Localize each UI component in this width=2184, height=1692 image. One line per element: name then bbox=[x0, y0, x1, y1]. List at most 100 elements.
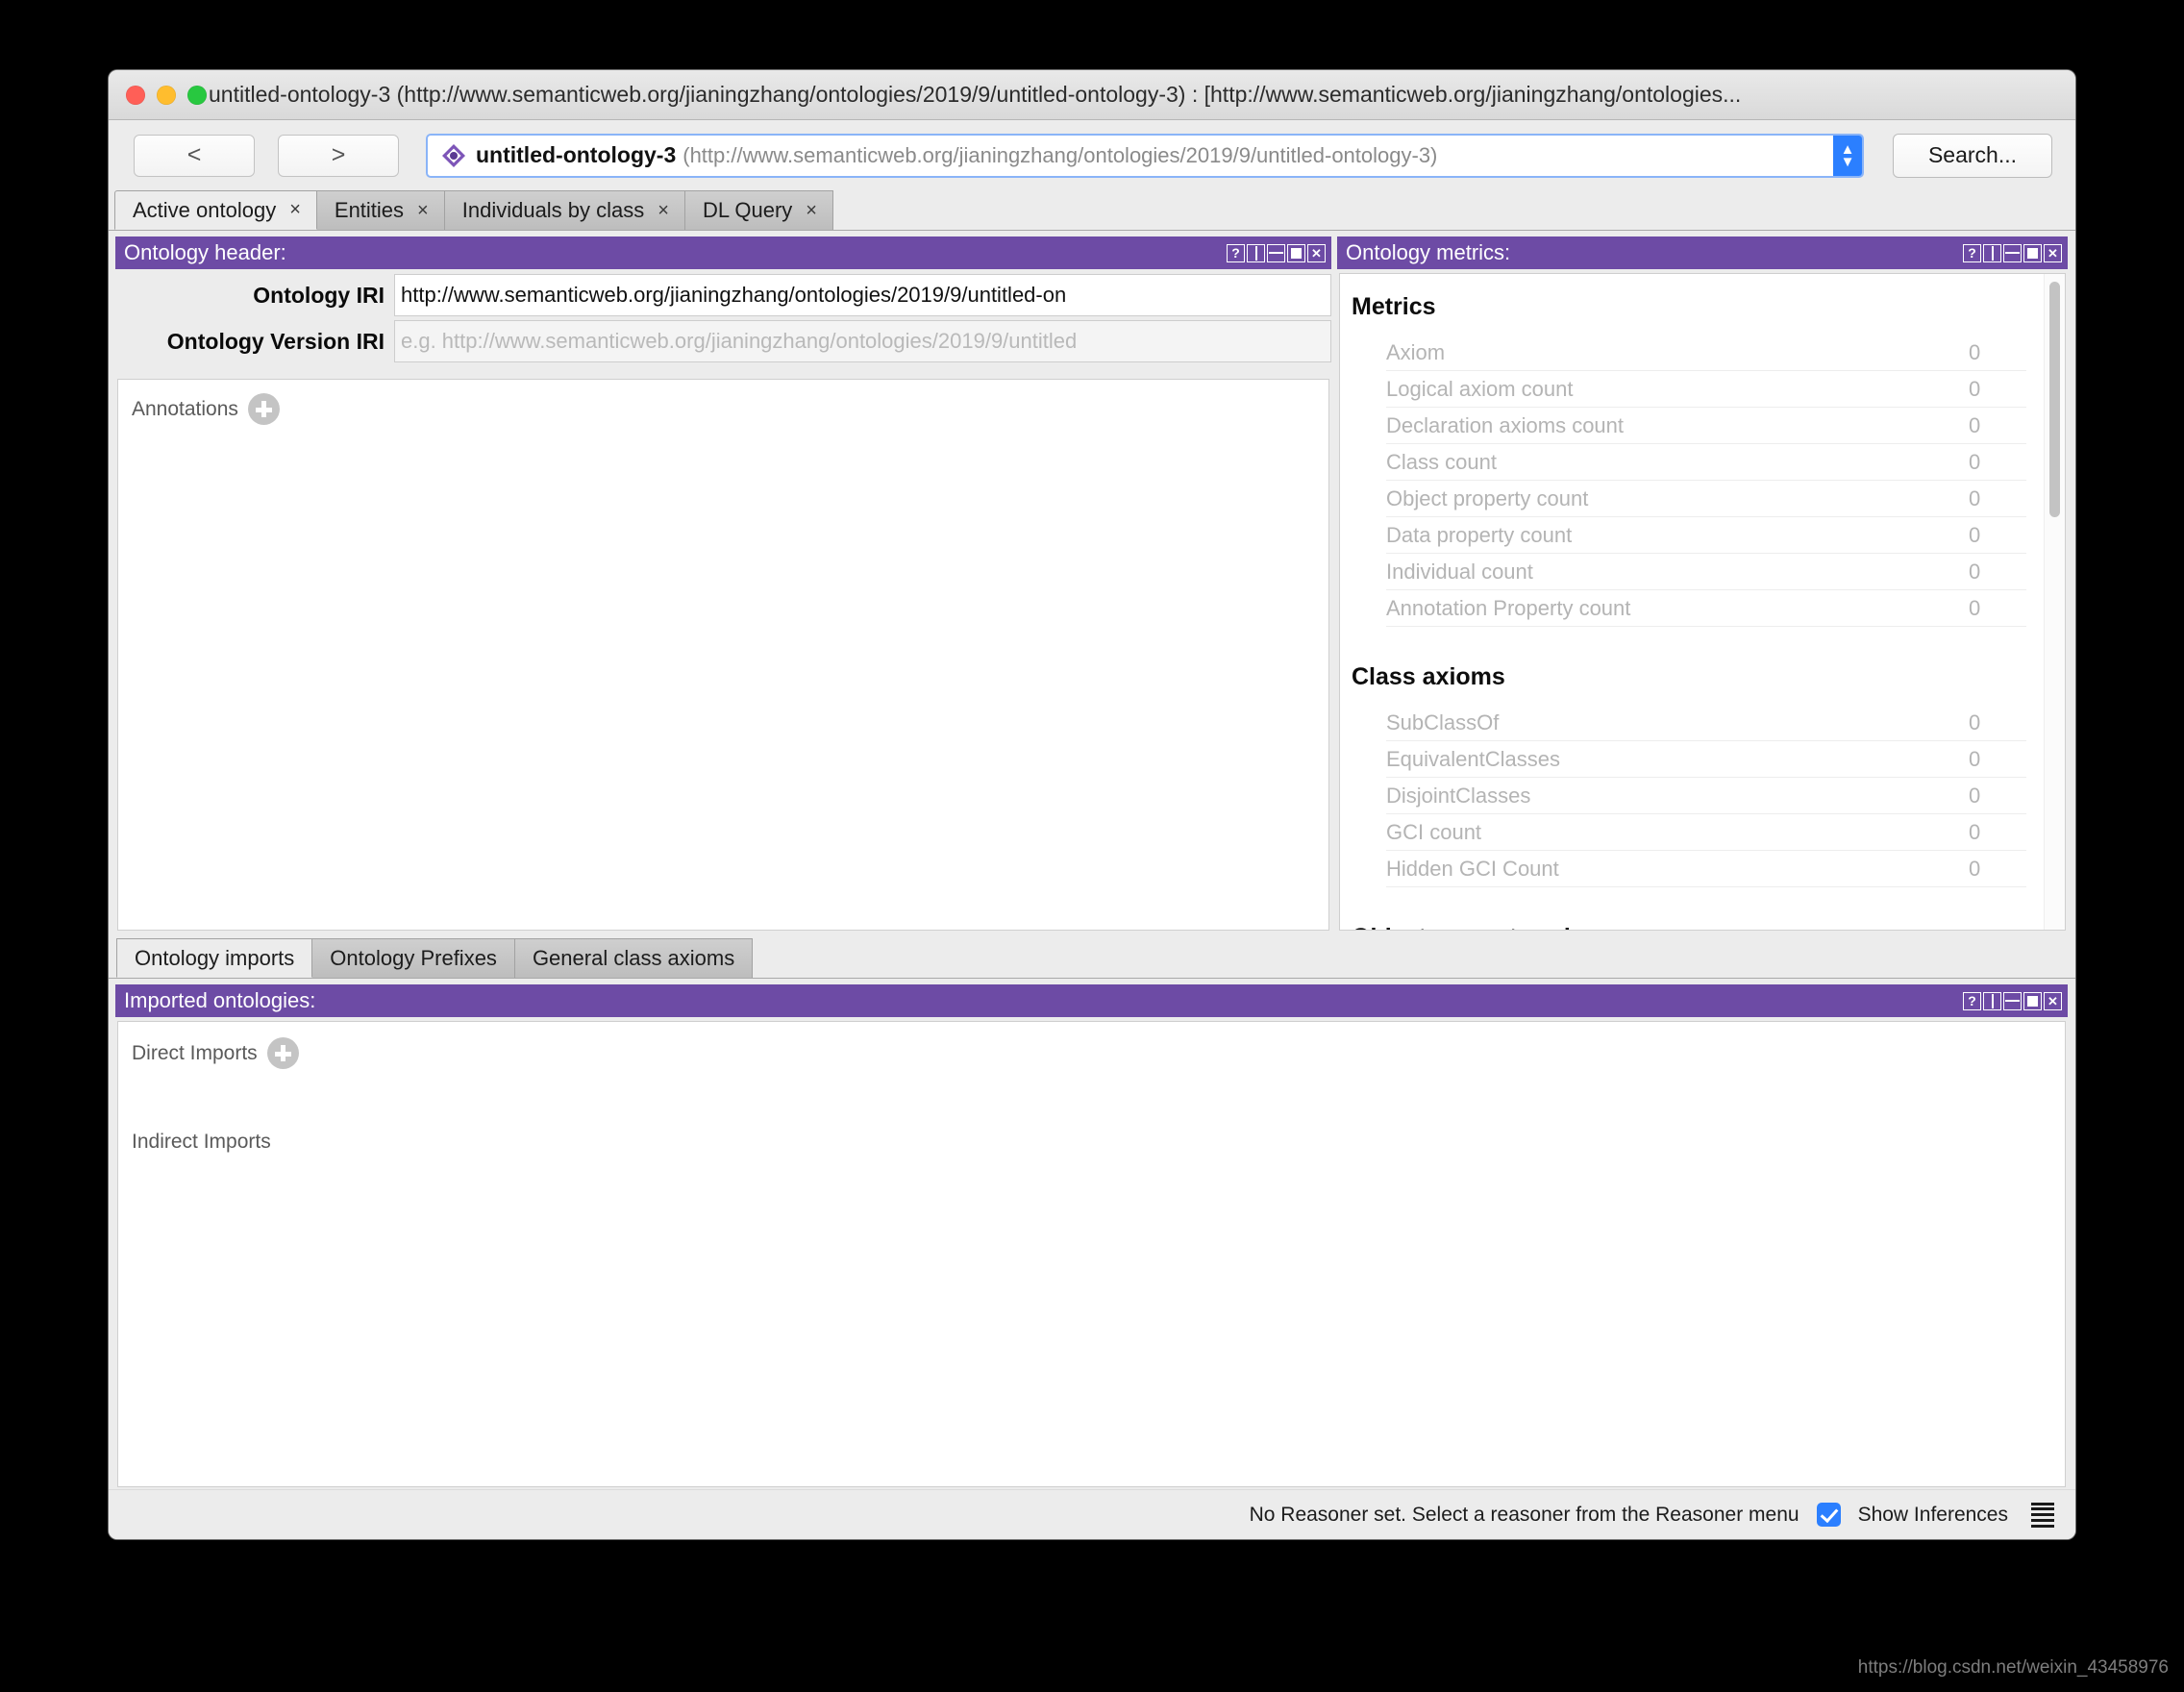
tab-entities[interactable]: Entities × bbox=[315, 190, 445, 230]
metric-row: Class count 0 bbox=[1386, 444, 2026, 481]
tab-close-icon[interactable]: × bbox=[289, 199, 301, 221]
metric-name: EquivalentClasses bbox=[1386, 746, 1560, 771]
split-vertical-icon[interactable] bbox=[1983, 991, 2001, 1010]
metric-value: 0 bbox=[1969, 783, 1981, 808]
indirect-imports-row: Indirect Imports bbox=[132, 1131, 2065, 1154]
close-icon[interactable] bbox=[2044, 991, 2062, 1010]
tab-close-icon[interactable]: × bbox=[658, 200, 669, 222]
split-horizontal-icon[interactable] bbox=[1267, 243, 1285, 262]
ontology-metrics-panel-titlebar: Ontology metrics: bbox=[1337, 236, 2068, 269]
direct-imports-row: Direct Imports bbox=[132, 1037, 2065, 1069]
zoom-window-button[interactable] bbox=[187, 85, 207, 105]
direct-imports-label: Direct Imports bbox=[132, 1041, 258, 1064]
upper-panel-row: Ontology header: Ontology IRI bbox=[109, 231, 2075, 933]
metric-row: Axiom 0 bbox=[1386, 335, 2026, 371]
show-inferences-label: Show Inferences bbox=[1857, 1503, 2008, 1526]
help-icon[interactable] bbox=[1227, 243, 1245, 262]
workspace: Ontology header: Ontology IRI bbox=[109, 231, 2075, 1539]
help-icon[interactable] bbox=[1963, 243, 1981, 262]
maximize-icon[interactable] bbox=[1287, 243, 1305, 262]
add-annotation-icon[interactable] bbox=[247, 393, 280, 425]
imported-ontologies-panel-titlebar: Imported ontologies: bbox=[115, 984, 2068, 1017]
tab-ontology-imports[interactable]: Ontology imports bbox=[116, 938, 313, 978]
close-icon[interactable] bbox=[2044, 243, 2062, 262]
tab-label: DL Query bbox=[702, 198, 793, 222]
add-direct-import-icon[interactable] bbox=[266, 1037, 299, 1069]
metrics-section-heading: Class axioms bbox=[1352, 663, 1505, 690]
lower-tabstrip: Ontology imports Ontology Prefixes Gener… bbox=[109, 938, 2075, 979]
tab-close-icon[interactable]: × bbox=[806, 200, 817, 222]
ontology-selector-combobox[interactable]: untitled-ontology-3 (http://www.semantic… bbox=[426, 133, 1864, 178]
search-button[interactable]: Search... bbox=[1893, 133, 2052, 178]
scrollbar-thumb[interactable] bbox=[2049, 282, 2060, 517]
tab-dl-query[interactable]: DL Query × bbox=[683, 190, 833, 230]
tab-ontology-prefixes[interactable]: Ontology Prefixes bbox=[311, 938, 515, 978]
metric-name: Logical axiom count bbox=[1386, 376, 1574, 401]
metric-name: Declaration axioms count bbox=[1386, 412, 1625, 437]
close-icon[interactable] bbox=[1307, 243, 1326, 262]
metric-name: SubClassOf bbox=[1386, 709, 1500, 734]
imports-list-area: Direct Imports Indirect Imports bbox=[117, 1021, 2066, 1487]
metric-name: Axiom bbox=[1386, 339, 1446, 364]
list-view-icon[interactable] bbox=[2031, 1502, 2054, 1528]
annotations-label: Annotations bbox=[132, 397, 238, 420]
back-button[interactable]: < bbox=[134, 134, 255, 177]
ontology-diamond-icon bbox=[441, 143, 466, 168]
status-bar: No Reasoner set. Select a reasoner from … bbox=[109, 1489, 2075, 1539]
metric-row: Individual count 0 bbox=[1386, 554, 2026, 590]
metric-row: GCI count 0 bbox=[1386, 814, 2026, 851]
split-vertical-icon[interactable] bbox=[1983, 243, 2001, 262]
metric-value: 0 bbox=[1969, 559, 1981, 584]
split-horizontal-icon[interactable] bbox=[2003, 243, 2022, 262]
minimize-window-button[interactable] bbox=[157, 85, 176, 105]
metrics-section-heading: Object property axioms bbox=[1352, 924, 2026, 930]
ontology-iri-label: Ontology IRI bbox=[253, 282, 385, 308]
metric-value: 0 bbox=[1969, 449, 1981, 474]
metric-row: Object property count 0 bbox=[1386, 481, 2026, 517]
ontology-metrics-body: Metrics Axiom 0 Logical axiom count 0 De… bbox=[1337, 269, 2068, 933]
ontology-metrics-panel: Ontology metrics: Metrics bbox=[1337, 236, 2068, 933]
close-window-button[interactable] bbox=[126, 85, 145, 105]
ontology-version-iri-input[interactable]: e.g. http://www.semanticweb.org/jianingz… bbox=[394, 320, 1331, 362]
panel-title: Ontology metrics: bbox=[1346, 240, 1511, 264]
tab-individuals-by-class[interactable]: Individuals by class × bbox=[443, 190, 685, 230]
ontology-uri-label: (http://www.semanticweb.org/jianingzhang… bbox=[682, 142, 1438, 167]
tab-label: Ontology imports bbox=[135, 945, 295, 970]
combobox-stepper-icon[interactable]: ▲ ▼ bbox=[1833, 135, 1862, 176]
metric-value: 0 bbox=[1969, 522, 1981, 547]
metric-name: Data property count bbox=[1386, 522, 1573, 547]
metric-value: 0 bbox=[1969, 376, 1981, 401]
metric-row: EquivalentClasses 0 bbox=[1386, 741, 2026, 778]
forward-button[interactable]: > bbox=[278, 134, 399, 177]
imported-ontologies-body: Direct Imports Indirect Imports bbox=[115, 1017, 2068, 1489]
split-horizontal-icon[interactable] bbox=[2003, 991, 2022, 1010]
window-titlebar: untitled-ontology-3 (http://www.semantic… bbox=[109, 70, 2075, 120]
screenshot-root: untitled-ontology-3 (http://www.semantic… bbox=[0, 0, 2184, 1692]
metric-value: 0 bbox=[1969, 339, 1981, 364]
panel-title: Ontology header: bbox=[124, 240, 286, 264]
maximize-icon[interactable] bbox=[2023, 991, 2042, 1010]
metrics-vertical-scrollbar[interactable] bbox=[2044, 274, 2065, 930]
tab-close-icon[interactable]: × bbox=[417, 200, 429, 222]
metric-row: Logical axiom count 0 bbox=[1386, 371, 2026, 408]
show-inferences-checkbox[interactable] bbox=[1816, 1503, 1841, 1527]
tab-active-ontology[interactable]: Active ontology × bbox=[114, 190, 317, 230]
metric-value: 0 bbox=[1969, 709, 1981, 734]
metric-name: Class count bbox=[1386, 449, 1497, 474]
ontology-header-body: Ontology IRI http://www.semanticweb.org/… bbox=[115, 269, 1331, 933]
panel-title: Imported ontologies: bbox=[124, 988, 316, 1012]
tab-label: General class axioms bbox=[532, 946, 735, 970]
metrics-list: Metrics Axiom 0 Logical axiom count 0 De… bbox=[1340, 274, 2044, 930]
split-vertical-icon[interactable] bbox=[1247, 243, 1265, 262]
metric-name: Hidden GCI Count bbox=[1386, 856, 1559, 881]
metric-row: DisjointClasses 0 bbox=[1386, 778, 2026, 814]
metric-value: 0 bbox=[1969, 856, 1981, 881]
help-icon[interactable] bbox=[1963, 991, 1981, 1010]
main-tabstrip: Active ontology × Entities × Individuals… bbox=[109, 190, 2075, 231]
tab-general-class-axioms[interactable]: General class axioms bbox=[513, 938, 754, 978]
maximize-icon[interactable] bbox=[2023, 243, 2042, 262]
metric-value: 0 bbox=[1969, 485, 1981, 510]
metric-name: Object property count bbox=[1386, 485, 1589, 510]
ontology-iri-input[interactable]: http://www.semanticweb.org/jianingzhang/… bbox=[394, 274, 1331, 316]
metric-name: Annotation Property count bbox=[1386, 595, 1631, 620]
